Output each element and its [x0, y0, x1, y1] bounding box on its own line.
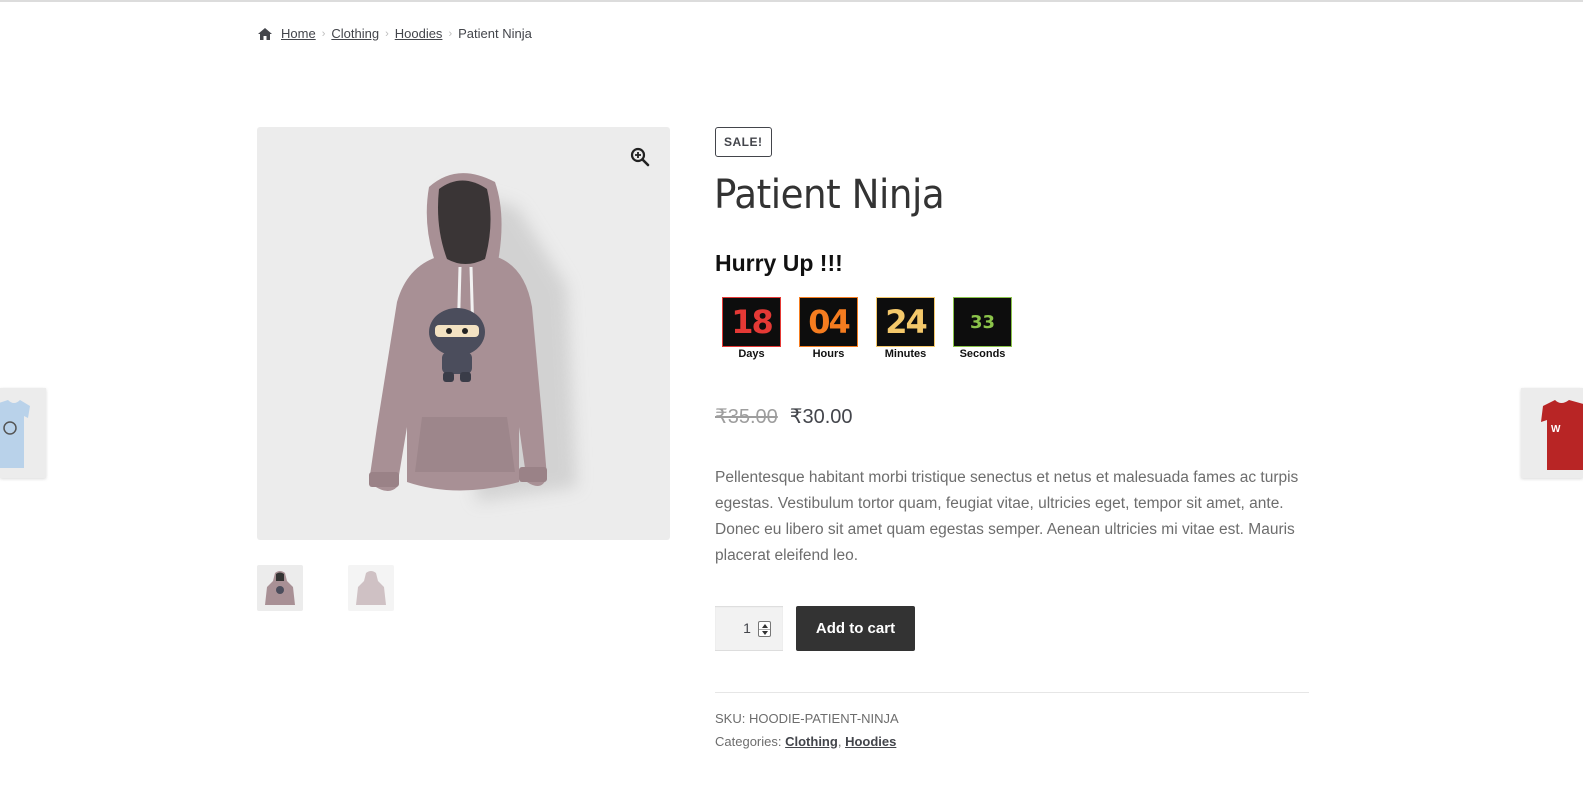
countdown-days: 18 Days — [722, 297, 781, 360]
countdown-timer: 18 Days 04 Hours 24 Minutes 33 Seconds — [722, 297, 1012, 360]
svg-text:W: W — [1551, 424, 1561, 435]
category-separator: , — [837, 734, 842, 749]
breadcrumb-clothing-link[interactable]: Clothing — [331, 26, 379, 41]
countdown-heading: Hurry Up !!! — [715, 250, 843, 276]
quantity-stepper[interactable] — [758, 621, 771, 637]
countdown-minutes-value: 24 — [876, 297, 935, 347]
category-link-clothing[interactable]: Clothing — [785, 734, 838, 749]
add-to-cart-button[interactable]: Add to cart — [796, 606, 915, 651]
breadcrumb-separator: › — [448, 27, 453, 40]
product-sku: SKU: HOODIE-PATIENT-NINJA — [715, 711, 899, 726]
product-title: Patient Ninja — [714, 172, 945, 218]
regular-price: ₹35.00 — [715, 406, 778, 428]
countdown-hours: 04 Hours — [799, 297, 858, 360]
quantity-input[interactable]: 1 — [715, 606, 783, 651]
breadcrumb-separator: › — [385, 27, 389, 40]
meta-divider — [715, 692, 1309, 693]
countdown-seconds-value: 33 — [953, 297, 1012, 347]
home-icon — [258, 27, 272, 40]
product-main-image[interactable] — [257, 127, 670, 540]
stepper-divider — [759, 629, 770, 630]
quantity-value[interactable]: 1 — [737, 620, 757, 636]
breadcrumb: Home › Clothing › Hoodies › Patient Ninj… — [257, 26, 532, 41]
tshirt-image — [0, 400, 30, 468]
breadcrumb-separator: › — [321, 27, 326, 40]
category-link-hoodies[interactable]: Hoodies — [845, 734, 896, 749]
sale-price: ₹30.00 — [789, 406, 853, 428]
product-thumbnail[interactable] — [257, 565, 303, 611]
countdown-days-label: Days — [738, 348, 765, 360]
sku-label: SKU: — [715, 711, 746, 726]
countdown-minutes-label: Minutes — [884, 348, 927, 360]
categories-label: Categories: — [715, 734, 782, 749]
breadcrumb-home-link[interactable]: Home — [281, 26, 316, 41]
countdown-hours-value: 04 — [799, 297, 858, 347]
countdown-days-value: 18 — [722, 297, 781, 347]
hoodie-back-thumbnail-image — [356, 571, 386, 605]
tshirt-image: W — [1541, 400, 1583, 470]
hoodie-image — [369, 173, 577, 502]
previous-product-thumbnail[interactable] — [0, 388, 46, 478]
sku-value: HOODIE-PATIENT-NINJA — [748, 711, 899, 726]
zoom-in-icon[interactable] — [630, 147, 650, 167]
breadcrumb-current: Patient Ninja — [458, 26, 532, 41]
product-categories: Categories: Clothing, Hoodies — [715, 734, 896, 749]
sale-badge: SALE! — [715, 127, 772, 157]
countdown-minutes: 24 Minutes — [876, 297, 935, 360]
countdown-seconds: 33 Seconds — [953, 297, 1012, 360]
countdown-seconds-label: Seconds — [959, 348, 1006, 360]
product-price: ₹35.00 ₹30.00 — [715, 404, 853, 429]
breadcrumb-hoodies-link[interactable]: Hoodies — [395, 26, 443, 41]
countdown-hours-label: Hours — [812, 348, 845, 360]
hoodie-thumbnail-image — [265, 571, 295, 605]
product-short-description: Pellentesque habitant morbi tristique se… — [715, 469, 1299, 564]
decrement-arrow-icon[interactable] — [762, 631, 768, 635]
product-thumbnail[interactable] — [348, 565, 394, 611]
increment-arrow-icon[interactable] — [762, 624, 768, 628]
next-product-thumbnail[interactable]: W — [1521, 388, 1583, 478]
top-rule — [0, 0, 1583, 2]
